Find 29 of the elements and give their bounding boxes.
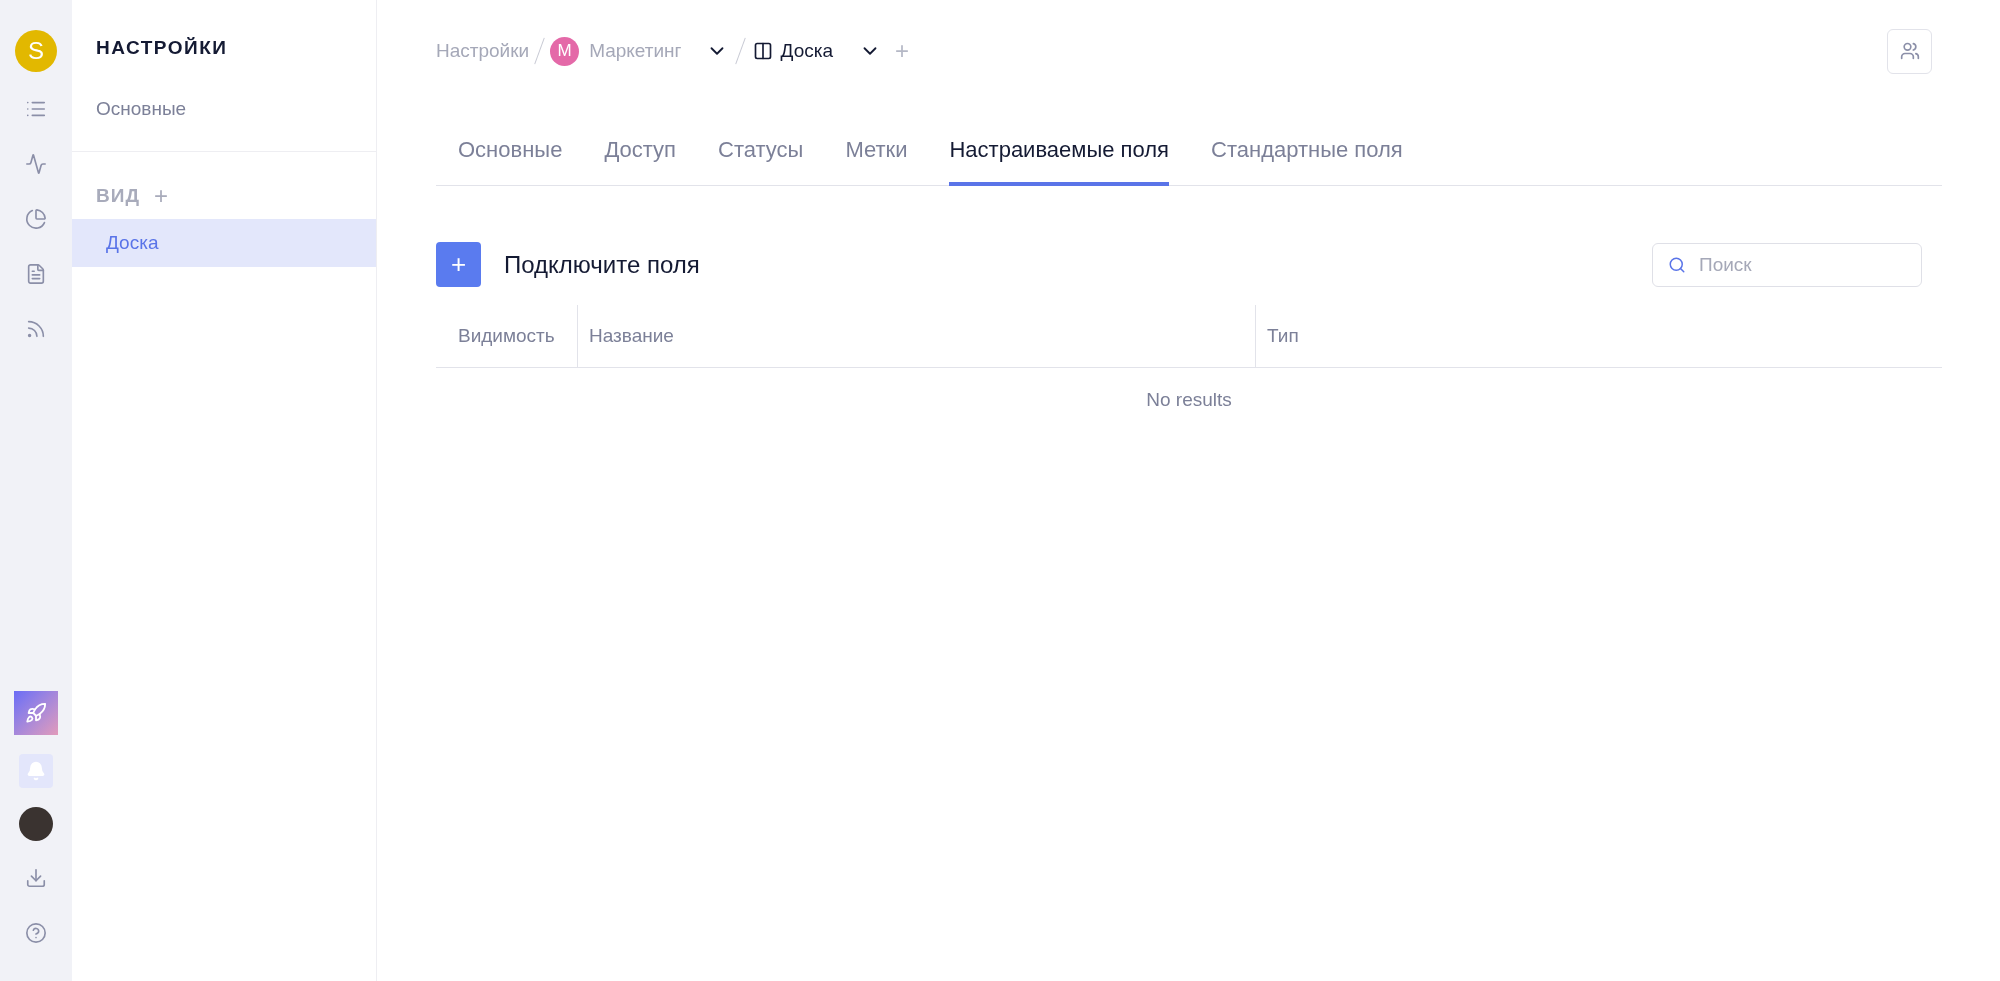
breadcrumb-link[interactable]: Настройки (436, 36, 530, 66)
board-icon (752, 41, 773, 61)
sidebar-item[interactable]: Доска (72, 218, 376, 267)
tab[interactable]: Настраиваемые поля (949, 129, 1170, 186)
breadcrumb-current[interactable]: Доска (780, 36, 833, 66)
empty-state-text: No results (1146, 388, 1232, 412)
column-header: Название (578, 305, 1256, 367)
section-heading: Подключите поля (504, 249, 700, 280)
column-header: Тип (1266, 323, 1300, 348)
tab[interactable]: Стандартные поля (1211, 129, 1403, 186)
column-header: Видимость (436, 305, 578, 367)
search-icon (1668, 255, 1686, 274)
tab[interactable]: Основные (458, 129, 563, 186)
rocket-icon[interactable] (14, 691, 58, 735)
add-view-button[interactable]: + (153, 184, 168, 209)
section-title: ВИД (96, 184, 140, 208)
sidebar-title: НАСТРОЙКИ (95, 36, 229, 60)
users-icon (1899, 41, 1920, 61)
user-avatar[interactable] (19, 807, 53, 841)
tab[interactable]: Доступ (604, 129, 676, 186)
search-field[interactable]: Поиск (1652, 242, 1922, 287)
tab[interactable]: Статусы (718, 129, 804, 186)
breadcrumb-link[interactable]: Маркетинг (589, 36, 682, 66)
sidebar-item[interactable]: Основные (72, 86, 376, 131)
members-button[interactable] (1887, 28, 1932, 74)
add-field-button[interactable]: + (436, 242, 481, 287)
tab[interactable]: Метки (845, 129, 908, 186)
project-avatar: M (550, 36, 580, 66)
add-view-button[interactable]: + (895, 33, 909, 69)
